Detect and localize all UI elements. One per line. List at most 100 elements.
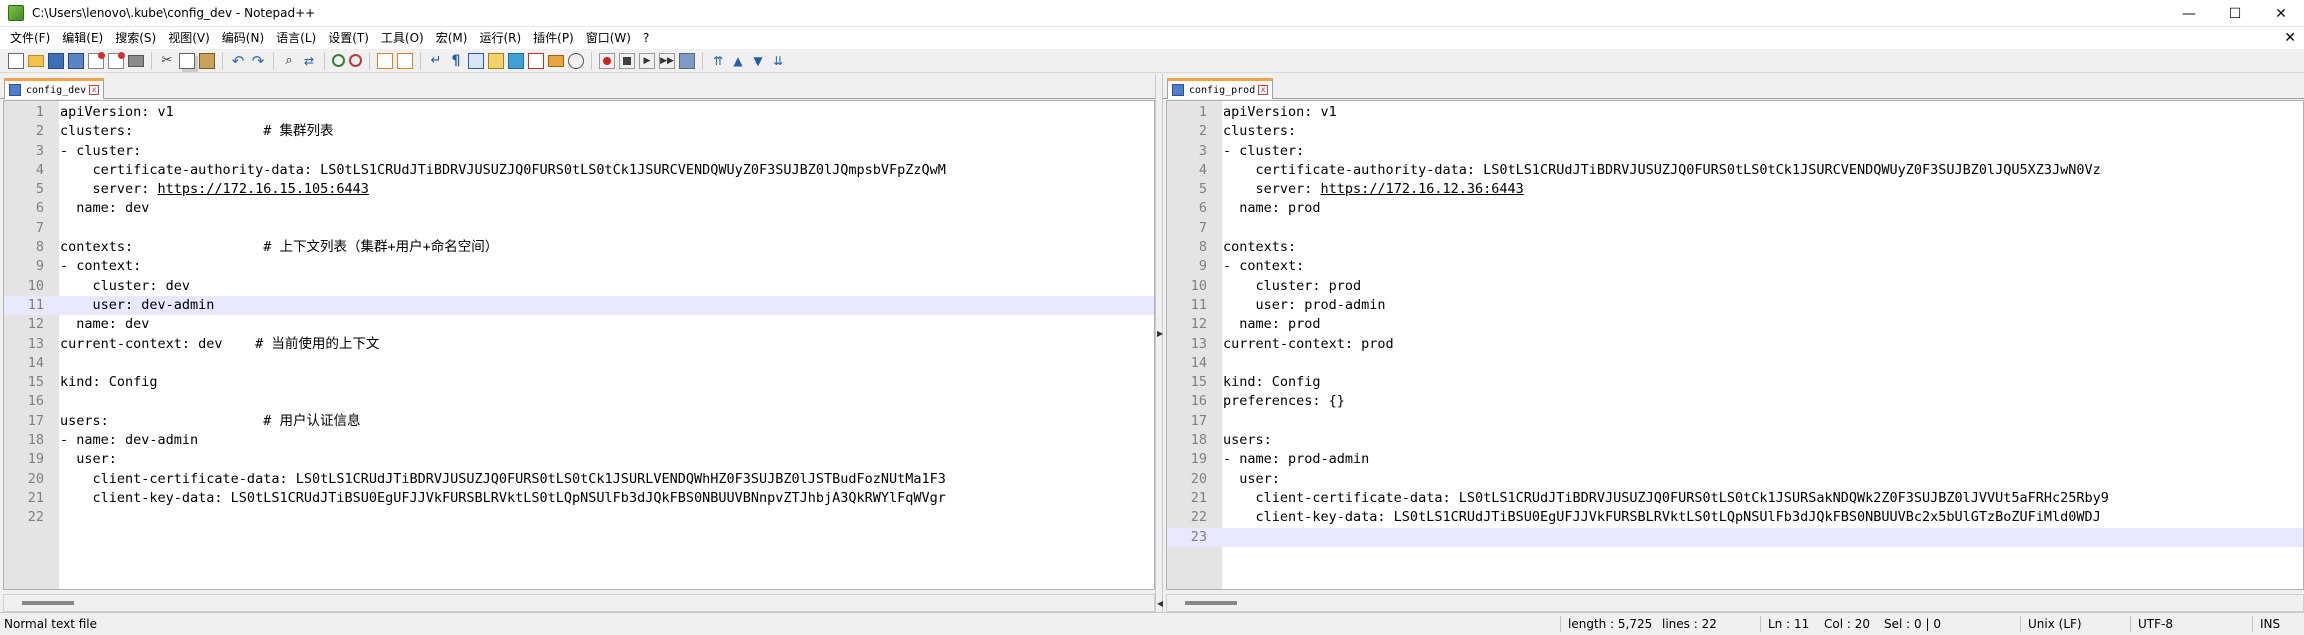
document-map-icon[interactable] [508,52,524,69]
code-line[interactable]: 5 server: https://172.16.15.105:6443 [4,180,1154,199]
menu-help[interactable]: ? [637,27,655,49]
copy-icon[interactable] [179,52,195,69]
code-line[interactable]: 21 client-certificate-data: LS0tLS1CRUdJ… [1167,489,2303,508]
right-horizontal-scrollbar[interactable] [1166,594,2304,612]
unfold-all-icon[interactable]: ⇊ [770,53,786,69]
user-defined-language-icon[interactable] [488,52,504,69]
menu-window[interactable]: 窗口(W) [580,27,637,49]
code-line[interactable]: 2 clusters: [1167,122,2303,141]
code-line[interactable]: 20 client-certificate-data: LS0tLS1CRUdJ… [4,470,1154,489]
replace-icon[interactable]: ⇄ [301,53,317,69]
code-line[interactable]: 8 contexts: [1167,238,2303,257]
code-line[interactable]: 11 user: prod-admin [1167,296,2303,315]
code-line[interactable]: 3 - cluster: [4,142,1154,161]
new-file-icon[interactable] [8,52,24,69]
url-link[interactable]: https://172.16.12.36:6443 [1321,181,1524,197]
undo-icon[interactable]: ↶ [230,53,246,69]
redo-icon[interactable]: ↷ [250,53,266,69]
code-line[interactable]: 12 name: prod [1167,315,2303,334]
code-line[interactable]: 21 client-key-data: LS0tLS1CRUdJTiBSU0Eg… [4,489,1154,508]
navigate-up-icon[interactable]: ▲ [730,53,746,69]
stop-recording-icon[interactable] [619,52,635,69]
record-macro-icon[interactable] [599,52,615,69]
close-all-icon[interactable] [108,51,125,69]
tab-config-prod[interactable]: config_prod x [1167,78,1274,99]
paste-icon[interactable] [199,52,215,69]
right-editor[interactable]: 1 apiVersion: v1 2 clusters: 3 - cluster: 4 ce… [1166,100,2304,590]
code-line[interactable]: 4 certificate-authority-data: LS0tLS1CRU… [4,161,1154,180]
code-line[interactable]: 3 - cluster: [1167,142,2303,161]
menu-run[interactable]: 运行(R) [473,27,527,49]
save-all-icon[interactable] [68,52,84,69]
code-line[interactable]: 17 [1167,412,2303,431]
code-line[interactable]: 22 client-key-data: LS0tLS1CRUdJTiBSU0Eg… [1167,508,2303,527]
open-file-icon[interactable] [28,54,44,67]
print-icon[interactable] [128,54,144,67]
code-line[interactable]: 6 name: dev [4,199,1154,218]
code-line[interactable]: 15 kind: Config [4,373,1154,392]
close-window-button[interactable]: ✕ [2258,0,2304,27]
url-link[interactable]: https://172.16.15.105:6443 [158,181,369,197]
code-line[interactable]: 5 server: https://172.16.12.36:6443 [1167,180,2303,199]
minimize-button[interactable]: — [2166,0,2212,27]
menu-tools[interactable]: 工具(O) [375,27,430,49]
save-icon[interactable] [48,52,64,69]
code-line[interactable]: 19 user: [4,450,1154,469]
code-line[interactable]: 13 current-context: prod [1167,335,2303,354]
save-macro-icon[interactable] [679,52,695,69]
code-line[interactable]: 9 - context: [4,257,1154,276]
code-line[interactable]: 10 cluster: prod [1167,277,2303,296]
left-horizontal-scrollbar[interactable] [3,594,1155,612]
menu-edit[interactable]: 编辑(E) [56,27,109,49]
zoom-out-icon[interactable] [349,54,362,67]
code-line[interactable]: 14 [1167,354,2303,373]
monitoring-icon[interactable] [568,52,584,69]
menu-macro[interactable]: 宏(M) [430,27,474,49]
code-line[interactable]: 9 - context: [1167,257,2303,276]
code-line[interactable]: 12 name: dev [4,315,1154,334]
code-line[interactable]: 1 apiVersion: v1 [4,103,1154,122]
code-line[interactable]: 14 [4,354,1154,373]
code-line[interactable]: 11 user: dev-admin [4,295,1154,316]
code-line[interactable]: 13 current-context: dev # 当前使用的上下文 [4,335,1154,354]
menu-language[interactable]: 语言(L) [270,27,322,49]
code-line[interactable]: 18 users: [1167,431,2303,450]
code-line[interactable]: 19 - name: prod-admin [1167,450,2303,469]
menu-settings[interactable]: 设置(T) [322,27,375,49]
code-line[interactable]: 10 cluster: dev [4,277,1154,296]
fold-all-icon[interactable]: ⇈ [710,53,726,69]
tab-close-icon[interactable]: x [89,85,100,95]
play-macro-icon[interactable]: ▶ [639,52,655,69]
scrollbar-thumb[interactable] [22,601,74,605]
indent-guide-icon[interactable] [468,52,484,69]
word-wrap-icon[interactable]: ↵ [428,53,444,69]
menu-encoding[interactable]: 编码(N) [216,27,270,49]
code-line[interactable]: 15 kind: Config [1167,373,2303,392]
code-line[interactable]: 7 [1167,219,2303,238]
play-macro-multiple-icon[interactable]: ▶▶ [659,52,675,69]
menu-file[interactable]: 文件(F) [4,27,56,49]
code-line[interactable]: 20 user: [1167,470,2303,489]
menu-search[interactable]: 搜索(S) [109,27,162,49]
function-list-icon[interactable] [528,52,544,69]
folder-workspace-icon[interactable] [548,54,564,67]
left-editor[interactable]: 1 apiVersion: v1 2 clusters: # 集群列表 3 - clust… [3,100,1155,590]
menu-plugins[interactable]: 插件(P) [527,27,580,49]
code-line[interactable]: 22 [4,508,1154,527]
close-document-button[interactable]: ✕ [2284,27,2296,49]
find-icon[interactable]: ⌕ [281,53,297,69]
sync-vertical-icon[interactable] [377,52,393,69]
code-line[interactable]: 16 [4,392,1154,411]
maximize-button[interactable]: ☐ [2212,0,2258,27]
navigate-down-icon[interactable]: ▼ [750,53,766,69]
code-line[interactable]: 16 preferences: {} [1167,392,2303,411]
menu-view[interactable]: 视图(V) [162,27,216,49]
tab-close-icon[interactable]: x [1258,85,1269,95]
code-line[interactable]: 17 users: # 用户认证信息 [4,412,1154,431]
sync-horizontal-icon[interactable] [397,52,413,69]
zoom-in-icon[interactable] [332,54,345,67]
show-all-chars-icon[interactable]: ¶ [448,53,464,69]
code-line[interactable]: 4 certificate-authority-data: LS0tLS1CRU… [1167,161,2303,180]
code-line[interactable]: 8 contexts: # 上下文列表（集群+用户+命名空间） [4,238,1154,257]
close-file-icon[interactable] [88,51,105,69]
